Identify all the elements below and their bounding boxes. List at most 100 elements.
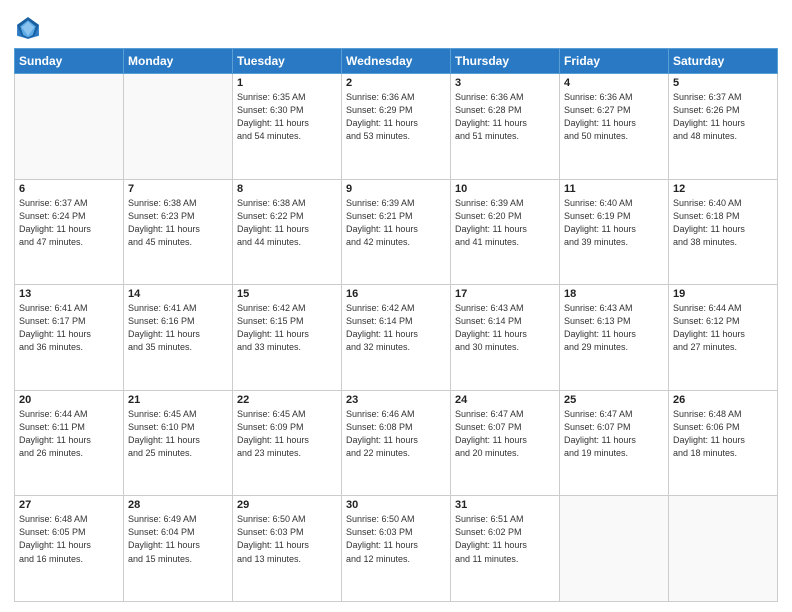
calendar-cell: 11Sunrise: 6:40 AM Sunset: 6:19 PM Dayli… xyxy=(560,179,669,285)
day-number: 8 xyxy=(237,183,337,195)
weekday-header: Thursday xyxy=(451,49,560,74)
day-number: 24 xyxy=(455,394,555,406)
day-number: 19 xyxy=(673,288,773,300)
calendar-cell: 28 Sunrise: 6:49 AM Sunset: 6:04 PM Dayli… xyxy=(124,496,233,602)
day-number: 6 xyxy=(19,183,119,195)
calendar-cell: 30 Sunrise: 6:50 AM Sunset: 6:03 PM Dayli… xyxy=(342,496,451,602)
logo xyxy=(14,14,46,42)
day-number: 9 xyxy=(346,183,446,195)
calendar-cell: 7 Sunrise: 6:38 AM Sunset: 6:23 PM Daylig… xyxy=(124,179,233,285)
page: SundayMondayTuesdayWednesdayThursdayFrid… xyxy=(0,0,792,612)
day-info: Sunrise: 6:39 AM Sunset: 6:20 PM Dayligh… xyxy=(455,197,555,249)
day-info: Sunrise: 6:43 AM Sunset: 6:13 PM Dayligh… xyxy=(564,302,664,354)
day-info: Sunrise: 6:45 AM Sunset: 6:10 PM Dayligh… xyxy=(128,408,228,460)
calendar-cell: 16 Sunrise: 6:42 AM Sunset: 6:14 PM Dayli… xyxy=(342,285,451,391)
day-info: Sunrise: 6:46 AM Sunset: 6:08 PM Dayligh… xyxy=(346,408,446,460)
calendar-cell: 9 Sunrise: 6:39 AM Sunset: 6:21 PM Daylig… xyxy=(342,179,451,285)
weekday-header: Friday xyxy=(560,49,669,74)
day-number: 18 xyxy=(564,288,664,300)
calendar-week-row: 13Sunrise: 6:41 AM Sunset: 6:17 PM Dayli… xyxy=(15,285,778,391)
day-info: Sunrise: 6:35 AM Sunset: 6:30 PM Dayligh… xyxy=(237,91,337,143)
day-info: Sunrise: 6:44 AM Sunset: 6:11 PM Dayligh… xyxy=(19,408,119,460)
calendar-cell: 6 Sunrise: 6:37 AM Sunset: 6:24 PM Daylig… xyxy=(15,179,124,285)
calendar-week-row: 6 Sunrise: 6:37 AM Sunset: 6:24 PM Daylig… xyxy=(15,179,778,285)
calendar-cell xyxy=(124,74,233,180)
calendar-cell: 17 Sunrise: 6:43 AM Sunset: 6:14 PM Dayli… xyxy=(451,285,560,391)
calendar-cell: 3Sunrise: 6:36 AM Sunset: 6:28 PM Daylig… xyxy=(451,74,560,180)
calendar-cell: 24 Sunrise: 6:47 AM Sunset: 6:07 PM Dayli… xyxy=(451,390,560,496)
day-info: Sunrise: 6:45 AM Sunset: 6:09 PM Dayligh… xyxy=(237,408,337,460)
calendar-cell: 2Sunrise: 6:36 AM Sunset: 6:29 PM Daylig… xyxy=(342,74,451,180)
day-number: 30 xyxy=(346,499,446,511)
day-info: Sunrise: 6:36 AM Sunset: 6:29 PM Dayligh… xyxy=(346,91,446,143)
day-info: Sunrise: 6:50 AM Sunset: 6:03 PM Dayligh… xyxy=(346,513,446,565)
day-info: Sunrise: 6:37 AM Sunset: 6:26 PM Dayligh… xyxy=(673,91,773,143)
calendar-header-row: SundayMondayTuesdayWednesdayThursdayFrid… xyxy=(15,49,778,74)
weekday-header: Sunday xyxy=(15,49,124,74)
weekday-header: Tuesday xyxy=(233,49,342,74)
day-info: Sunrise: 6:47 AM Sunset: 6:07 PM Dayligh… xyxy=(455,408,555,460)
day-number: 17 xyxy=(455,288,555,300)
day-number: 12 xyxy=(673,183,773,195)
calendar-cell: 5 Sunrise: 6:37 AM Sunset: 6:26 PM Daylig… xyxy=(669,74,778,180)
day-info: Sunrise: 6:50 AM Sunset: 6:03 PM Dayligh… xyxy=(237,513,337,565)
day-info: Sunrise: 6:42 AM Sunset: 6:14 PM Dayligh… xyxy=(346,302,446,354)
day-number: 13 xyxy=(19,288,119,300)
day-info: Sunrise: 6:36 AM Sunset: 6:28 PM Dayligh… xyxy=(455,91,555,143)
calendar-cell: 25 Sunrise: 6:47 AM Sunset: 6:07 PM Dayli… xyxy=(560,390,669,496)
calendar-week-row: 20 Sunrise: 6:44 AM Sunset: 6:11 PM Dayli… xyxy=(15,390,778,496)
day-info: Sunrise: 6:42 AM Sunset: 6:15 PM Dayligh… xyxy=(237,302,337,354)
day-number: 20 xyxy=(19,394,119,406)
day-info: Sunrise: 6:40 AM Sunset: 6:18 PM Dayligh… xyxy=(673,197,773,249)
calendar-cell: 1 Sunrise: 6:35 AM Sunset: 6:30 PM Daylig… xyxy=(233,74,342,180)
calendar-cell xyxy=(15,74,124,180)
calendar-cell: 19Sunrise: 6:44 AM Sunset: 6:12 PM Dayli… xyxy=(669,285,778,391)
calendar-cell: 20 Sunrise: 6:44 AM Sunset: 6:11 PM Dayli… xyxy=(15,390,124,496)
day-number: 5 xyxy=(673,77,773,89)
day-number: 29 xyxy=(237,499,337,511)
day-info: Sunrise: 6:37 AM Sunset: 6:24 PM Dayligh… xyxy=(19,197,119,249)
calendar-cell: 4 Sunrise: 6:36 AM Sunset: 6:27 PM Daylig… xyxy=(560,74,669,180)
weekday-header: Monday xyxy=(124,49,233,74)
day-info: Sunrise: 6:36 AM Sunset: 6:27 PM Dayligh… xyxy=(564,91,664,143)
calendar-table: SundayMondayTuesdayWednesdayThursdayFrid… xyxy=(14,48,778,602)
calendar-cell: 22 Sunrise: 6:45 AM Sunset: 6:09 PM Dayli… xyxy=(233,390,342,496)
day-number: 4 xyxy=(564,77,664,89)
day-number: 27 xyxy=(19,499,119,511)
day-info: Sunrise: 6:39 AM Sunset: 6:21 PM Dayligh… xyxy=(346,197,446,249)
day-number: 7 xyxy=(128,183,228,195)
day-info: Sunrise: 6:38 AM Sunset: 6:22 PM Dayligh… xyxy=(237,197,337,249)
day-number: 22 xyxy=(237,394,337,406)
day-info: Sunrise: 6:43 AM Sunset: 6:14 PM Dayligh… xyxy=(455,302,555,354)
calendar-cell: 18 Sunrise: 6:43 AM Sunset: 6:13 PM Dayli… xyxy=(560,285,669,391)
day-number: 16 xyxy=(346,288,446,300)
day-number: 28 xyxy=(128,499,228,511)
day-number: 1 xyxy=(237,77,337,89)
day-info: Sunrise: 6:40 AM Sunset: 6:19 PM Dayligh… xyxy=(564,197,664,249)
calendar-cell: 26 Sunrise: 6:48 AM Sunset: 6:06 PM Dayli… xyxy=(669,390,778,496)
day-number: 14 xyxy=(128,288,228,300)
day-info: Sunrise: 6:47 AM Sunset: 6:07 PM Dayligh… xyxy=(564,408,664,460)
calendar-cell: 14 Sunrise: 6:41 AM Sunset: 6:16 PM Dayli… xyxy=(124,285,233,391)
day-info: Sunrise: 6:48 AM Sunset: 6:05 PM Dayligh… xyxy=(19,513,119,565)
day-number: 26 xyxy=(673,394,773,406)
calendar-cell: 8 Sunrise: 6:38 AM Sunset: 6:22 PM Daylig… xyxy=(233,179,342,285)
calendar-cell: 15Sunrise: 6:42 AM Sunset: 6:15 PM Dayli… xyxy=(233,285,342,391)
calendar-cell: 21 Sunrise: 6:45 AM Sunset: 6:10 PM Dayli… xyxy=(124,390,233,496)
day-number: 21 xyxy=(128,394,228,406)
calendar-cell: 29 Sunrise: 6:50 AM Sunset: 6:03 PM Dayli… xyxy=(233,496,342,602)
calendar-cell xyxy=(669,496,778,602)
calendar-cell xyxy=(560,496,669,602)
day-number: 25 xyxy=(564,394,664,406)
day-info: Sunrise: 6:48 AM Sunset: 6:06 PM Dayligh… xyxy=(673,408,773,460)
calendar-cell: 27 Sunrise: 6:48 AM Sunset: 6:05 PM Dayli… xyxy=(15,496,124,602)
day-info: Sunrise: 6:49 AM Sunset: 6:04 PM Dayligh… xyxy=(128,513,228,565)
calendar-cell: 13Sunrise: 6:41 AM Sunset: 6:17 PM Dayli… xyxy=(15,285,124,391)
weekday-header: Wednesday xyxy=(342,49,451,74)
calendar-cell: 23 Sunrise: 6:46 AM Sunset: 6:08 PM Dayli… xyxy=(342,390,451,496)
day-info: Sunrise: 6:38 AM Sunset: 6:23 PM Dayligh… xyxy=(128,197,228,249)
calendar-cell: 10Sunrise: 6:39 AM Sunset: 6:20 PM Dayli… xyxy=(451,179,560,285)
day-info: Sunrise: 6:41 AM Sunset: 6:16 PM Dayligh… xyxy=(128,302,228,354)
header xyxy=(14,10,778,42)
day-number: 23 xyxy=(346,394,446,406)
